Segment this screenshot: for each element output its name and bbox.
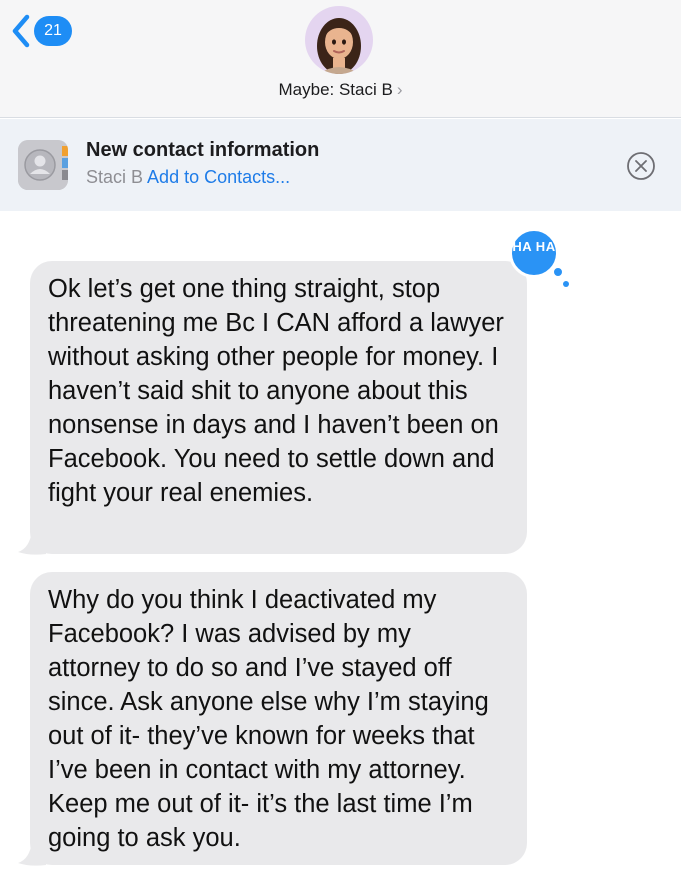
conversation-header: 21 Maybe: Staci B › xyxy=(0,0,681,118)
memoji-avatar-icon xyxy=(317,18,361,74)
tapback-label: HA HA xyxy=(512,239,556,254)
chevron-right-icon: › xyxy=(396,80,403,99)
back-button[interactable]: 21 xyxy=(10,12,72,50)
chevron-left-icon xyxy=(12,14,30,48)
message-text: Ok let’s get one thing straight, stop th… xyxy=(48,275,504,507)
new-contact-banner xyxy=(0,119,681,211)
tapback-tail-dot xyxy=(552,266,564,278)
unread-count-badge: 21 xyxy=(34,16,72,46)
banner-title: New contact information xyxy=(86,139,320,161)
message-bubble[interactable]: Ok let’s get one thing straight, stop th… xyxy=(30,261,527,554)
avatar[interactable] xyxy=(305,6,373,74)
tapback-tail-dot-small xyxy=(563,281,569,287)
dismiss-banner-button[interactable] xyxy=(626,151,656,181)
message-text: Why do you think I deactivated my Facebo… xyxy=(48,586,489,852)
contact-name-label: Maybe: Staci B xyxy=(278,80,393,99)
contact-name-button[interactable]: Maybe: Staci B › xyxy=(0,80,681,100)
close-icon xyxy=(627,152,655,180)
contacts-app-icon xyxy=(18,140,68,190)
message-bubble[interactable]: Why do you think I deactivated my Facebo… xyxy=(30,572,527,865)
banner-contact-name: Staci B xyxy=(86,167,144,187)
banner-subtitle: Staci B Add to Contacts... xyxy=(86,167,290,188)
add-to-contacts-link[interactable]: Add to Contacts... xyxy=(147,167,290,187)
